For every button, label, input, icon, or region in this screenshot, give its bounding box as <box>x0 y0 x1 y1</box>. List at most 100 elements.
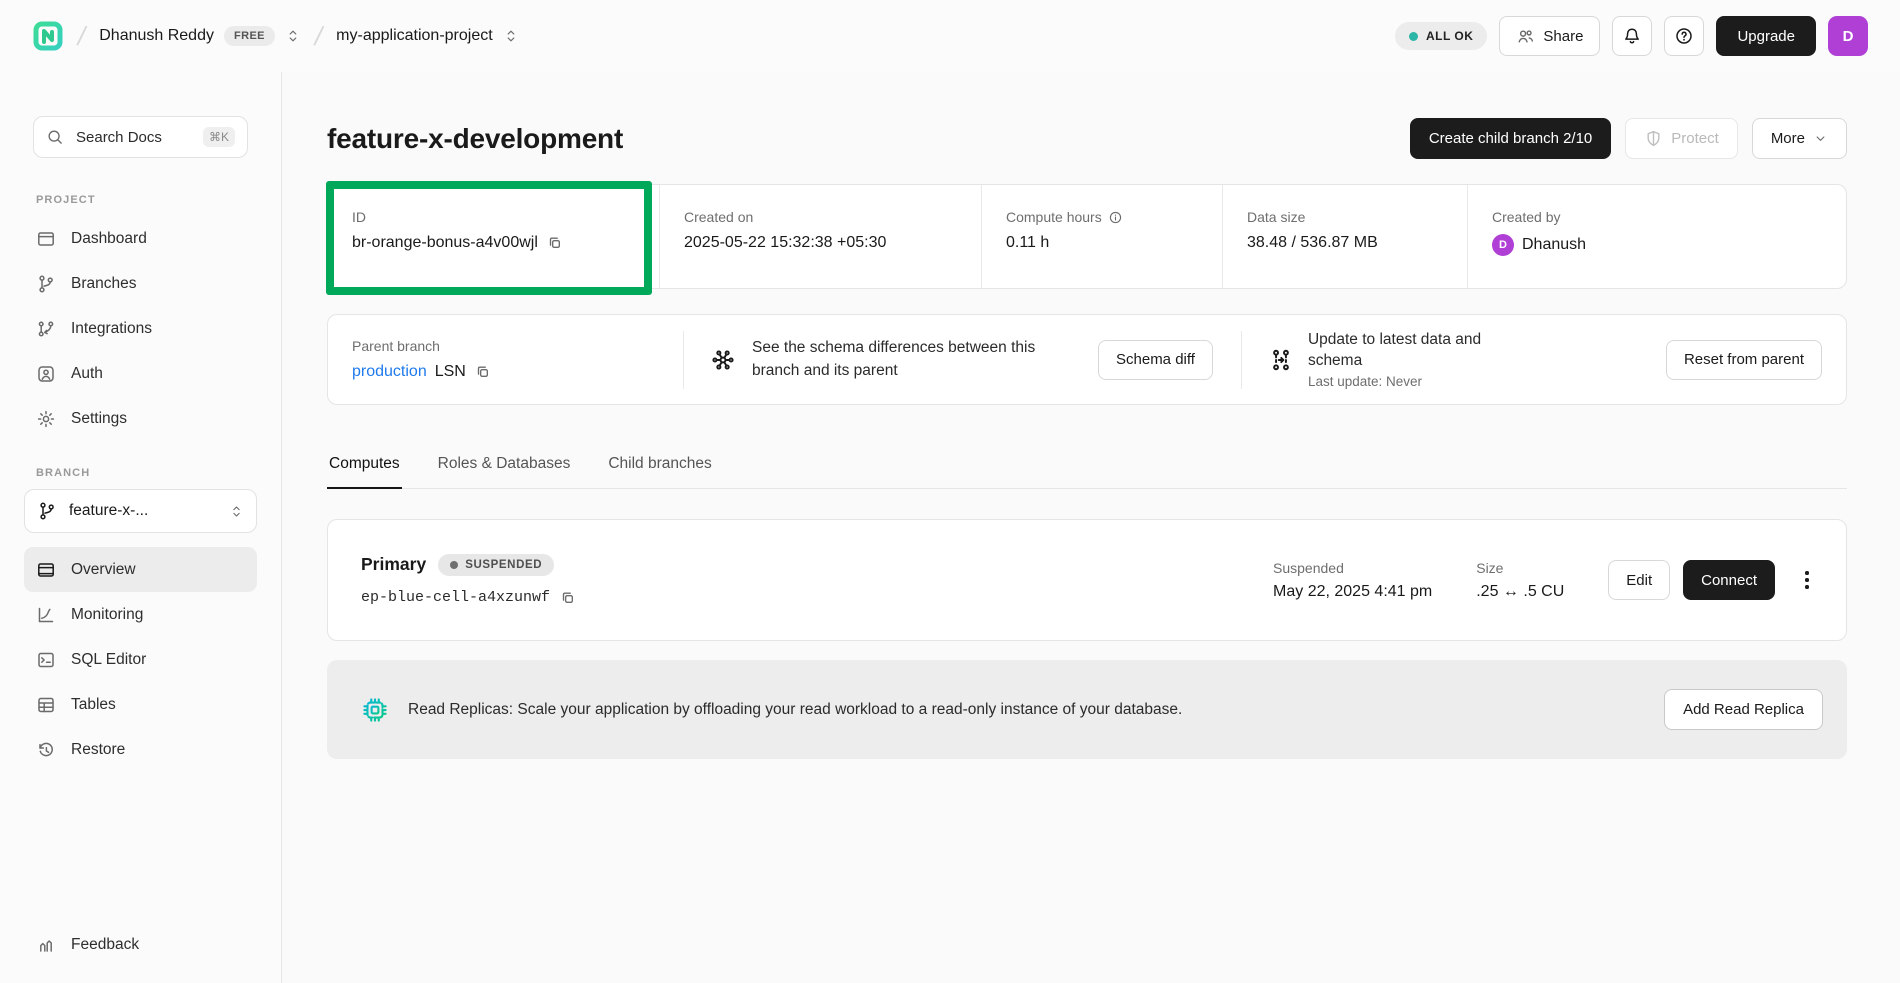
edit-button[interactable]: Edit <box>1608 560 1670 600</box>
page-title: feature-x-development <box>327 123 623 155</box>
suspended-label: Suspended <box>1273 560 1432 576</box>
overview-icon <box>36 560 56 580</box>
sidebar-item-feedback[interactable]: Feedback <box>24 922 258 967</box>
dashboard-icon <box>36 229 56 249</box>
sidebar-item-label: Feedback <box>71 936 139 954</box>
sidebar-item-label: Tables <box>71 696 116 714</box>
search-docs-input[interactable]: Search Docs ⌘K <box>33 116 248 158</box>
copy-icon[interactable] <box>474 363 492 381</box>
tab-label: Child branches <box>608 455 711 472</box>
add-read-replica-label: Add Read Replica <box>1683 701 1804 718</box>
created-by-initial: D <box>1499 239 1507 251</box>
help-button[interactable] <box>1664 16 1704 56</box>
created-by-label: Created by <box>1492 209 1846 225</box>
copy-icon[interactable] <box>546 234 564 252</box>
parent-branch-cell: Parent branch production LSN <box>328 338 683 381</box>
sidebar-item-sql-editor[interactable]: SQL Editor <box>24 637 257 682</box>
sidebar-item-overview[interactable]: Overview <box>24 547 257 592</box>
schema-diff-button[interactable]: Schema diff <box>1098 340 1213 380</box>
sidebar-item-auth[interactable]: Auth <box>24 351 257 396</box>
user-avatar[interactable]: D <box>1828 16 1868 56</box>
status-dot <box>1409 32 1418 41</box>
share-button[interactable]: Share <box>1499 16 1600 56</box>
monitoring-icon <box>36 605 56 625</box>
tables-icon <box>36 695 56 715</box>
size-value: .25 ↔ .5 CU <box>1476 583 1564 601</box>
protect-button-label: Protect <box>1671 130 1719 147</box>
users-icon <box>1516 27 1535 46</box>
auth-icon <box>36 364 56 384</box>
connect-button[interactable]: Connect <box>1683 560 1775 600</box>
reset-from-parent-button[interactable]: Reset from parent <box>1666 340 1822 380</box>
branch-section-label: BRANCH <box>24 467 257 479</box>
tab-roles-databases[interactable]: Roles & Databases <box>436 455 573 488</box>
sidebar-item-settings[interactable]: Settings <box>24 396 257 441</box>
tab-label: Roles & Databases <box>438 455 571 472</box>
protect-button: Protect <box>1625 118 1738 159</box>
last-update-text: Last update: Never <box>1308 374 1523 389</box>
parent-branch-label: Parent branch <box>352 338 683 354</box>
copy-icon[interactable] <box>559 589 577 607</box>
avatar-initial: D <box>1843 28 1854 45</box>
lsn-label: LSN <box>435 363 466 381</box>
tab-child-branches[interactable]: Child branches <box>606 455 713 488</box>
created-on-value: 2025-05-22 15:32:38 +05:30 <box>684 234 886 252</box>
breadcrumb-project[interactable]: my-application-project <box>336 27 519 45</box>
sidebar: Search Docs ⌘K PROJECT Dashboard Branche… <box>0 72 282 983</box>
chevron-updown-icon <box>503 28 519 44</box>
sidebar-item-label: Overview <box>71 561 136 579</box>
neon-logo-icon[interactable] <box>32 20 64 52</box>
breadcrumb-separator: / <box>312 21 326 52</box>
org-name: Dhanush Reddy <box>99 27 214 45</box>
bell-icon <box>1622 26 1642 46</box>
compute-name: Primary <box>361 554 426 575</box>
sidebar-item-restore[interactable]: Restore <box>24 727 257 772</box>
sidebar-item-integrations[interactable]: Integrations <box>24 306 257 351</box>
schema-diff-button-label: Schema diff <box>1116 351 1195 368</box>
notifications-button[interactable] <box>1612 16 1652 56</box>
edit-button-label: Edit <box>1626 572 1652 589</box>
reset-from-parent-label: Reset from parent <box>1684 351 1804 368</box>
sidebar-item-branches[interactable]: Branches <box>24 261 257 306</box>
help-icon <box>1674 26 1694 46</box>
sidebar-item-label: Branches <box>71 275 136 293</box>
size-label: Size <box>1476 560 1564 576</box>
info-icon[interactable] <box>1108 210 1123 225</box>
plan-badge: FREE <box>224 26 275 46</box>
create-child-branch-button[interactable]: Create child branch 2/10 <box>1410 118 1611 159</box>
suspended-value: May 22, 2025 4:41 pm <box>1273 583 1432 601</box>
breadcrumb-org[interactable]: Dhanush Reddy FREE <box>99 26 301 46</box>
status-badge[interactable]: ALL OK <box>1395 22 1487 50</box>
sidebar-item-label: Settings <box>71 410 127 428</box>
schema-diff-icon <box>710 347 736 373</box>
parent-branch-link[interactable]: production <box>352 363 427 381</box>
feedback-icon <box>36 935 56 955</box>
tab-computes[interactable]: Computes <box>327 455 402 488</box>
sql-editor-icon <box>36 650 56 670</box>
branches-icon <box>36 274 56 294</box>
search-shortcut-badge: ⌘K <box>203 127 235 147</box>
suspended-meta: Suspended May 22, 2025 4:41 pm <box>1273 560 1432 601</box>
schema-diff-text: See the schema differences between this … <box>752 337 1082 382</box>
sidebar-item-monitoring[interactable]: Monitoring <box>24 592 257 637</box>
tab-bar: Computes Roles & Databases Child branche… <box>327 455 1847 489</box>
branch-id-cell: ID br-orange-bonus-a4v00wjl <box>328 185 659 288</box>
schema-diff-section: See the schema differences between this … <box>684 337 1241 382</box>
branch-icon <box>37 501 57 521</box>
update-schema-icon <box>1268 347 1294 373</box>
shield-icon <box>1644 129 1663 148</box>
connect-button-label: Connect <box>1701 572 1757 589</box>
chevron-down-icon <box>1813 131 1828 146</box>
branch-selector[interactable]: feature-x-... <box>24 489 257 533</box>
sidebar-item-label: SQL Editor <box>71 651 146 669</box>
compute-status-badge: SUSPENDED <box>438 554 554 576</box>
upgrade-button[interactable]: Upgrade <box>1716 16 1816 56</box>
branch-info-card: ID br-orange-bonus-a4v00wjl Created on 2… <box>327 184 1847 289</box>
sidebar-item-tables[interactable]: Tables <box>24 682 257 727</box>
add-read-replica-button[interactable]: Add Read Replica <box>1664 689 1823 730</box>
more-button[interactable]: More <box>1752 118 1847 159</box>
sidebar-item-dashboard[interactable]: Dashboard <box>24 216 257 261</box>
read-replica-text: Read Replicas: Scale your application by… <box>408 701 1182 719</box>
data-size-cell: Data size 38.48 / 536.87 MB <box>1222 185 1467 288</box>
kebab-menu-icon[interactable] <box>1792 560 1822 600</box>
